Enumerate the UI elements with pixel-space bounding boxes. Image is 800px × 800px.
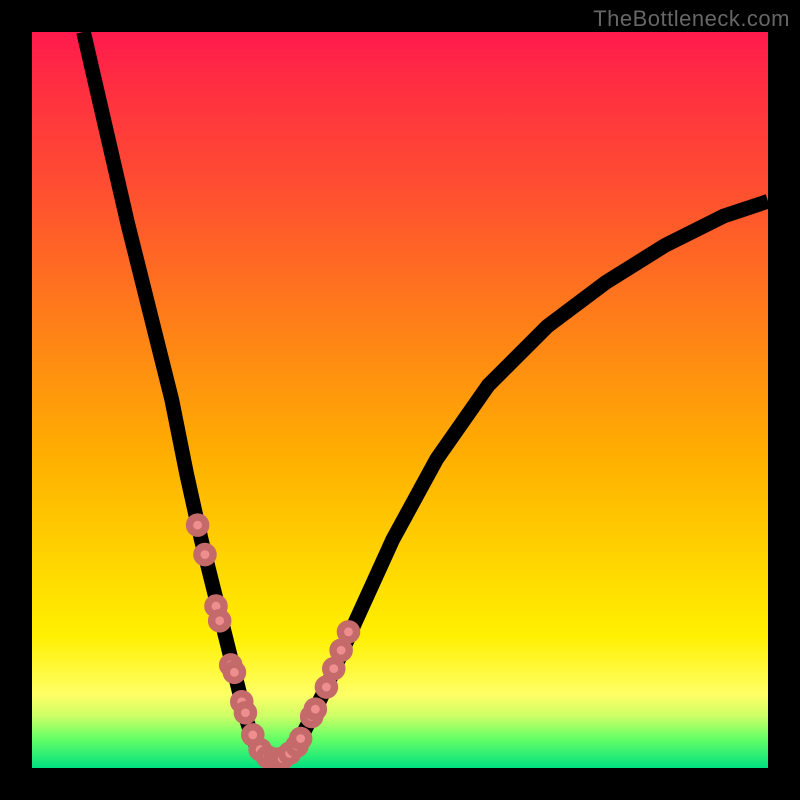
scatter-dot <box>223 657 239 673</box>
scatter-dot <box>245 727 261 743</box>
chart-svg <box>32 32 768 768</box>
scatter-dot <box>226 664 242 680</box>
scatter-dot <box>208 598 224 614</box>
scatter-dot <box>293 730 309 746</box>
scatter-dot <box>289 738 305 754</box>
scatter-dot <box>237 705 253 721</box>
scatter-dot <box>282 745 298 761</box>
scatter-dot <box>307 701 323 717</box>
scatter-dot <box>212 613 228 629</box>
scatter-dot <box>333 642 349 658</box>
scatter-dot <box>252 742 268 758</box>
watermark-text: TheBottleneck.com <box>593 6 790 32</box>
scatter-dot <box>190 517 206 533</box>
scatter-dot <box>318 679 334 695</box>
scatter-dot <box>259 749 275 765</box>
scatter-dot <box>197 546 213 562</box>
scatter-dots <box>190 517 357 767</box>
scatter-dot <box>340 624 356 640</box>
scatter-dot <box>234 694 250 710</box>
scatter-dot <box>304 708 320 724</box>
scatter-dot <box>326 661 342 677</box>
scatter-dot <box>267 751 283 767</box>
scatter-dot <box>274 750 290 766</box>
plot-area <box>32 32 768 768</box>
curve-right-branch <box>290 201 768 753</box>
curve-bottom-flat <box>260 753 289 760</box>
curve-left-branch <box>84 32 261 753</box>
